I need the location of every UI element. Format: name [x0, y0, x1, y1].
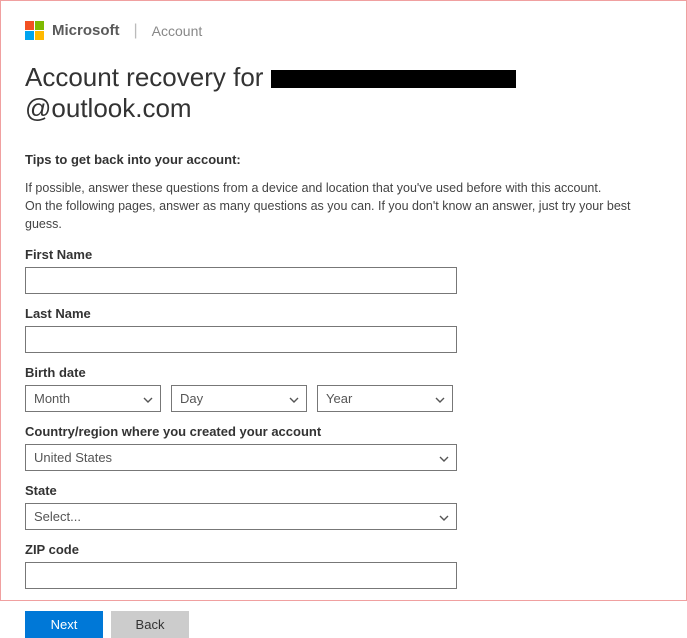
- country-value: United States: [34, 450, 112, 465]
- birth-day-value: Day: [180, 391, 203, 406]
- last-name-label: Last Name: [25, 306, 662, 321]
- title-suffix: @outlook.com: [25, 93, 192, 123]
- state-select[interactable]: Select...: [25, 503, 457, 530]
- birth-year-value: Year: [326, 391, 352, 406]
- tips-heading: Tips to get back into your account:: [25, 152, 662, 167]
- state-value: Select...: [34, 509, 81, 524]
- microsoft-logo-icon: [25, 21, 44, 40]
- header-divider: |: [134, 22, 138, 40]
- tips-body: If possible, answer these questions from…: [25, 179, 662, 233]
- birth-date-group: Birth date Month Day Year: [25, 365, 662, 412]
- next-button[interactable]: Next: [25, 611, 103, 638]
- page-header: Microsoft | Account: [25, 21, 662, 40]
- first-name-label: First Name: [25, 247, 662, 262]
- last-name-group: Last Name: [25, 306, 662, 353]
- zip-label: ZIP code: [25, 542, 662, 557]
- birth-month-select[interactable]: Month: [25, 385, 161, 412]
- country-select[interactable]: United States: [25, 444, 457, 471]
- state-label: State: [25, 483, 662, 498]
- birth-month-value: Month: [34, 391, 70, 406]
- first-name-group: First Name: [25, 247, 662, 294]
- country-label: Country/region where you created your ac…: [25, 424, 662, 439]
- birth-year-select[interactable]: Year: [317, 385, 453, 412]
- country-group: Country/region where you created your ac…: [25, 424, 662, 471]
- tips-line-2: On the following pages, answer as many q…: [25, 199, 631, 231]
- redacted-email: [271, 70, 516, 88]
- first-name-input[interactable]: [25, 267, 457, 294]
- zip-input[interactable]: [25, 562, 457, 589]
- title-prefix: Account recovery for: [25, 62, 271, 92]
- zip-group: ZIP code: [25, 542, 662, 589]
- brand-label: Microsoft: [52, 22, 120, 39]
- section-label: Account: [152, 23, 203, 39]
- last-name-input[interactable]: [25, 326, 457, 353]
- page-title: Account recovery for @outlook.com: [25, 62, 662, 124]
- back-button[interactable]: Back: [111, 611, 189, 638]
- button-row: Next Back: [25, 611, 662, 638]
- birth-date-label: Birth date: [25, 365, 662, 380]
- birth-day-select[interactable]: Day: [171, 385, 307, 412]
- state-group: State Select...: [25, 483, 662, 530]
- tips-line-1: If possible, answer these questions from…: [25, 181, 601, 195]
